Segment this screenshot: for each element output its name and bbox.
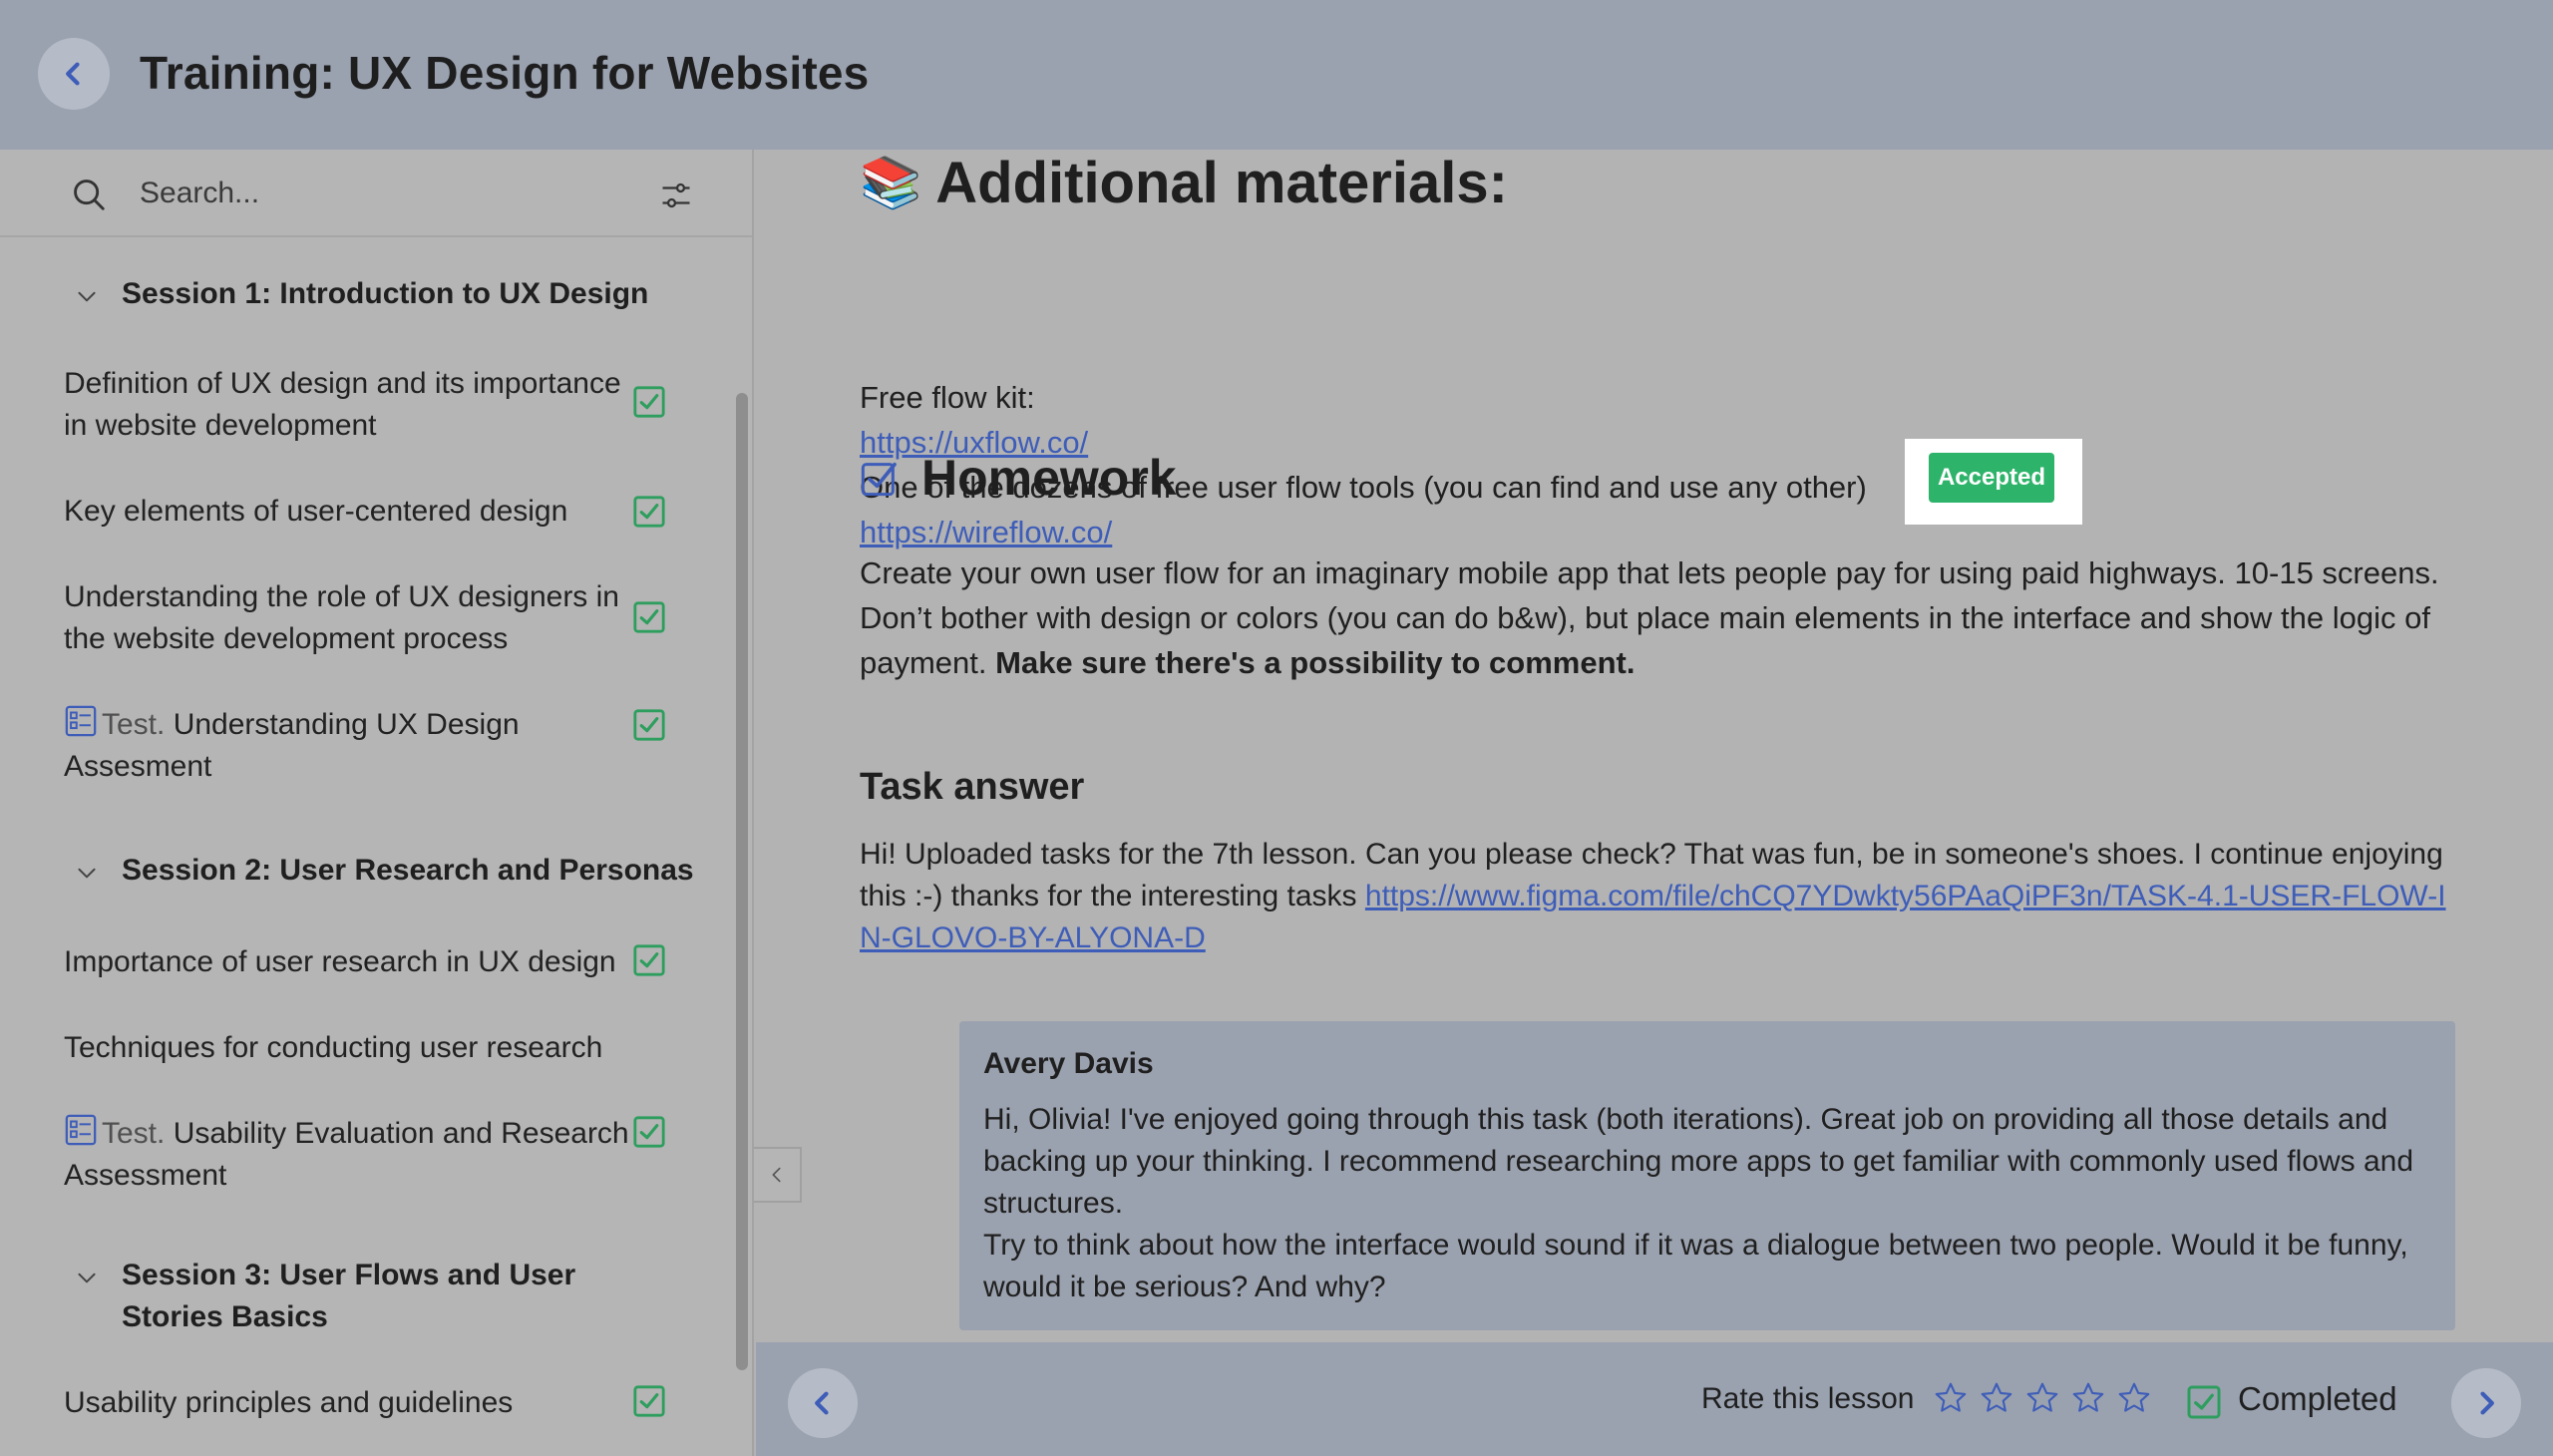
lesson-item[interactable]: Understanding the role of UX designers i…: [64, 576, 642, 660]
checkbox-checked-icon: [633, 1385, 665, 1417]
checkbox-checked-icon: [633, 386, 665, 418]
lesson-item-test[interactable]: Test. Usability Evaluation and Research …: [64, 1113, 642, 1197]
lesson-content: 📚 Additional materials: Free flow kit: h…: [756, 150, 2553, 1342]
search-icon: [74, 180, 105, 210]
session-2-header[interactable]: Session 2: User Research and Personas: [122, 850, 694, 892]
scrollbar-thumb[interactable]: [736, 393, 748, 1370]
lesson-footer: Rate this lesson Completed: [756, 1342, 2553, 1456]
comment-line-1: Hi, Olivia! I've enjoyed going through t…: [983, 1103, 2414, 1220]
homework-title: Homework: [921, 450, 1177, 506]
search-bar: [0, 150, 752, 237]
books-icon: 📚: [860, 155, 922, 210]
homework-heading: Homework: [860, 443, 1177, 513]
lesson-item[interactable]: Definition of UX design and its importan…: [64, 363, 642, 447]
star-icon[interactable]: [2116, 1380, 2152, 1416]
previous-lesson-button[interactable]: [788, 1368, 858, 1438]
test-prefix: Test.: [102, 708, 166, 741]
test-prefix: Test.: [102, 1117, 166, 1150]
lesson-item[interactable]: Techniques for conducting user research: [64, 1027, 642, 1069]
star-icon[interactable]: [2024, 1380, 2060, 1416]
star-icon[interactable]: [2070, 1380, 2106, 1416]
reviewer-comment: Avery Davis Hi, Olivia! I've enjoyed goi…: [959, 1021, 2455, 1330]
homework-bold-text: Make sure there's a possibility to comme…: [995, 645, 1636, 680]
lesson-item-test[interactable]: Test. Understanding UX Design Assesment: [64, 704, 642, 788]
sidebar-scrollbar[interactable]: [736, 241, 750, 1456]
lesson-item[interactable]: Key elements of user-centered design: [64, 491, 642, 533]
back-button[interactable]: [38, 38, 110, 110]
task-answer-text: Hi! Uploaded tasks for the 7th lesson. C…: [860, 834, 2465, 959]
materials-heading: 📚 Additional materials:: [860, 150, 1508, 216]
checkbox-checked-icon: [633, 709, 665, 741]
lesson-item[interactable]: Usability principles and guidelines: [64, 1382, 642, 1424]
wireflow-link[interactable]: https://wireflow.co/: [860, 515, 1112, 549]
filter-settings-icon[interactable]: [658, 178, 694, 213]
homework-checkbox-icon: [861, 462, 897, 497]
session-3-header[interactable]: Session 3: User Flows and User Stories B…: [122, 1255, 680, 1338]
materials-line-1: Free flow kit:: [860, 380, 1035, 415]
comment-line-2: Try to think about how the interface wou…: [983, 1229, 2408, 1303]
materials-title: Additional materials:: [935, 151, 1508, 215]
top-header: Training: UX Design for Websites: [0, 0, 2553, 150]
rate-label: Rate this lesson: [1701, 1382, 1915, 1415]
checkbox-checked-icon: [633, 1116, 665, 1148]
search-input[interactable]: [140, 172, 598, 215]
star-icon[interactable]: [1979, 1380, 2014, 1416]
session-1-header[interactable]: Session 1: Introduction to UX Design: [122, 273, 648, 315]
checkbox-checked-icon: [633, 496, 665, 528]
checkbox-checked-icon: [633, 944, 665, 976]
task-answer-heading: Task answer: [860, 766, 1085, 808]
test-list-icon: [65, 1114, 97, 1146]
chevron-down-icon[interactable]: [74, 1265, 100, 1290]
checkbox-checked-icon: [633, 601, 665, 633]
comment-author: Avery Davis: [983, 1047, 1154, 1080]
next-lesson-button[interactable]: [2451, 1368, 2521, 1438]
star-rating[interactable]: [1933, 1380, 2152, 1416]
chevron-left-icon: [66, 62, 80, 86]
materials-link-2[interactable]: https://wireflow.co/: [860, 510, 1112, 554]
chevron-down-icon[interactable]: [74, 860, 100, 886]
page-title: Training: UX Design for Websites: [140, 47, 870, 99]
comment-text: Hi, Olivia! I've enjoyed going through t…: [983, 1099, 2429, 1308]
chevron-right-icon: [2480, 1391, 2494, 1415]
completed-label: Completed: [2238, 1380, 2397, 1417]
lessons-sidebar: Session 1: Introduction to UX Design Def…: [0, 150, 754, 1456]
status-badge: Accepted: [1929, 453, 2054, 503]
completed-checkbox-icon[interactable]: [2186, 1384, 2222, 1420]
homework-description: Create your own user flow for an imagina…: [860, 550, 2455, 685]
star-icon[interactable]: [1933, 1380, 1969, 1416]
chevron-down-icon[interactable]: [74, 283, 100, 309]
test-list-icon: [65, 705, 97, 737]
chevron-left-icon: [815, 1391, 829, 1415]
lesson-item[interactable]: Importance of user research in UX design: [64, 941, 642, 983]
